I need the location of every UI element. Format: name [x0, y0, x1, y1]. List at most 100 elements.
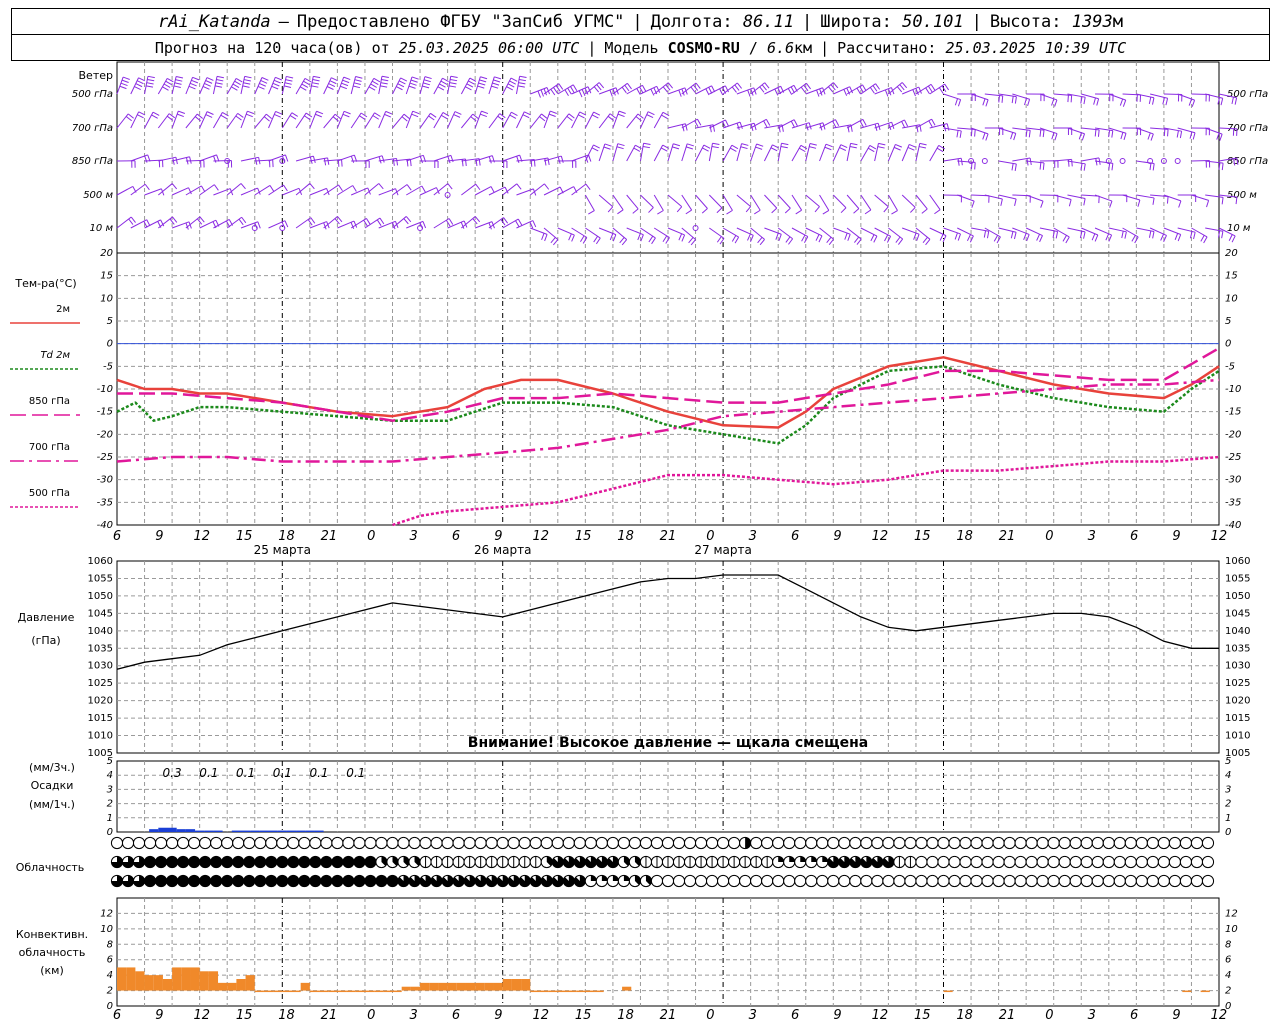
conv-bar [465, 982, 476, 991]
cloud-circle [232, 836, 245, 850]
cloud-cell [397, 874, 410, 888]
conv-bar [218, 982, 228, 991]
cloud-cell [761, 836, 774, 850]
cloud-cell [772, 855, 785, 869]
cloud-fill [155, 875, 167, 887]
cloud-fill [375, 875, 388, 887]
conv-bar [190, 967, 200, 991]
time-axis-top-hour-label: 0 [706, 529, 714, 544]
cloud-cell [188, 836, 201, 850]
time-axis-top-hour-label: 3 [1088, 529, 1096, 544]
cloud-circle [1036, 855, 1049, 869]
cloud-cell [849, 836, 862, 850]
cloud-cell [375, 874, 388, 888]
cloud-cell [243, 874, 256, 888]
cloud-cell [1058, 836, 1071, 850]
cloud-cell [430, 855, 443, 869]
cloud-cell [1014, 874, 1027, 888]
time-axis-top-hour-label: 6 [791, 529, 799, 544]
cloud-fill [331, 875, 343, 887]
cloud-cell [210, 836, 223, 850]
time-axis-bottom-hour-label: 21 [999, 1008, 1016, 1023]
cloud-fill [232, 875, 244, 887]
precip-bar [231, 830, 241, 832]
cloud-cell [937, 836, 950, 850]
pressure-ytick-left: 1055 [88, 573, 113, 584]
temp-legend-label: 700 гПа [29, 442, 70, 453]
time-axis-top-hour-label: 18 [278, 529, 295, 544]
cloud-circle [948, 836, 961, 850]
time-axis-top-hour-label: 0 [367, 529, 375, 544]
conv-ytick-right: 4 [1225, 970, 1231, 981]
cloud-cell [320, 855, 333, 869]
conv-bar [493, 982, 503, 991]
cloud-circle [419, 836, 432, 850]
time-axis-bottom-hour-label: 18 [617, 1008, 634, 1023]
cloud-cell [1146, 836, 1159, 850]
cloud-circle [254, 836, 267, 850]
cloud-cell [562, 874, 575, 888]
cloud-cell [1080, 836, 1093, 850]
wind-barb-feather [1221, 197, 1224, 205]
cloud-cell [1113, 874, 1126, 888]
cloud-circle [672, 836, 686, 850]
cloud-fill [199, 856, 211, 868]
cloud-circle [871, 836, 884, 850]
cloud-cell [1157, 855, 1171, 869]
cloud-fill [386, 875, 399, 887]
cloud-cell [871, 855, 884, 869]
cloud-fill [309, 875, 321, 887]
precip-label: 0.1 [236, 766, 255, 780]
cloud-cell [1025, 855, 1038, 869]
cloud-cell [1014, 855, 1027, 869]
cloud-circle [926, 874, 939, 888]
cloud-circle [1058, 874, 1071, 888]
temp-ytick-right: -35 [1225, 497, 1241, 508]
conv-bar [328, 990, 338, 993]
cloud-cell [177, 874, 190, 888]
cloud-circle [794, 874, 807, 888]
cloud-cell [650, 836, 664, 850]
cloud-cell [1091, 855, 1104, 869]
cloud-cell [661, 855, 675, 869]
cloud-cell [860, 855, 873, 869]
cloud-circle [364, 836, 377, 850]
temp-ytick-right: 20 [1225, 248, 1238, 259]
cloud-circle [177, 836, 190, 850]
conv-bar [245, 975, 255, 991]
cloud-circle [981, 855, 994, 869]
time-axis-top-hour-label: 18 [617, 529, 634, 544]
time-axis-bottom-hour-label: 21 [660, 1008, 677, 1023]
pressure-ytick-left: 1045 [88, 608, 113, 619]
pressure-ytick-right: 1010 [1225, 731, 1250, 742]
precip-ylabel: Осадки [31, 779, 74, 792]
cloud-fill [265, 875, 277, 887]
cloud-circle [606, 836, 620, 850]
precip-bar [149, 829, 159, 832]
pressure-ytick-right: 1040 [1225, 626, 1250, 637]
cloud-circle [1047, 855, 1060, 869]
conv-bar [364, 990, 375, 993]
time-axis-bottom-hour-label: 15 [236, 1008, 253, 1023]
time-axis-top-hour-label: 0 [1045, 529, 1053, 544]
cloud-cell [496, 874, 509, 888]
conv-bar [456, 982, 466, 991]
cloud-cell [265, 874, 278, 888]
cloud-cell [1069, 855, 1082, 869]
cloud-cell [1124, 836, 1137, 850]
precip-bar [204, 830, 214, 832]
cloud-cell [584, 855, 597, 869]
pressure-ytick-right: 1060 [1225, 556, 1250, 567]
cloud-cell [254, 836, 267, 850]
temp-ytick-left: 10 [100, 293, 113, 304]
conv-bar [530, 990, 540, 993]
cloud-circle [739, 874, 752, 888]
conv-bar [153, 975, 163, 991]
time-axis-bottom-hour-label: 21 [321, 1008, 338, 1023]
cloud-cell [1201, 855, 1215, 869]
cloud-fill [778, 856, 784, 862]
cloud-cell [1124, 855, 1137, 869]
cloud-circle [188, 836, 201, 850]
cloud-circle [562, 836, 575, 850]
cloud-circle [1190, 855, 1204, 869]
